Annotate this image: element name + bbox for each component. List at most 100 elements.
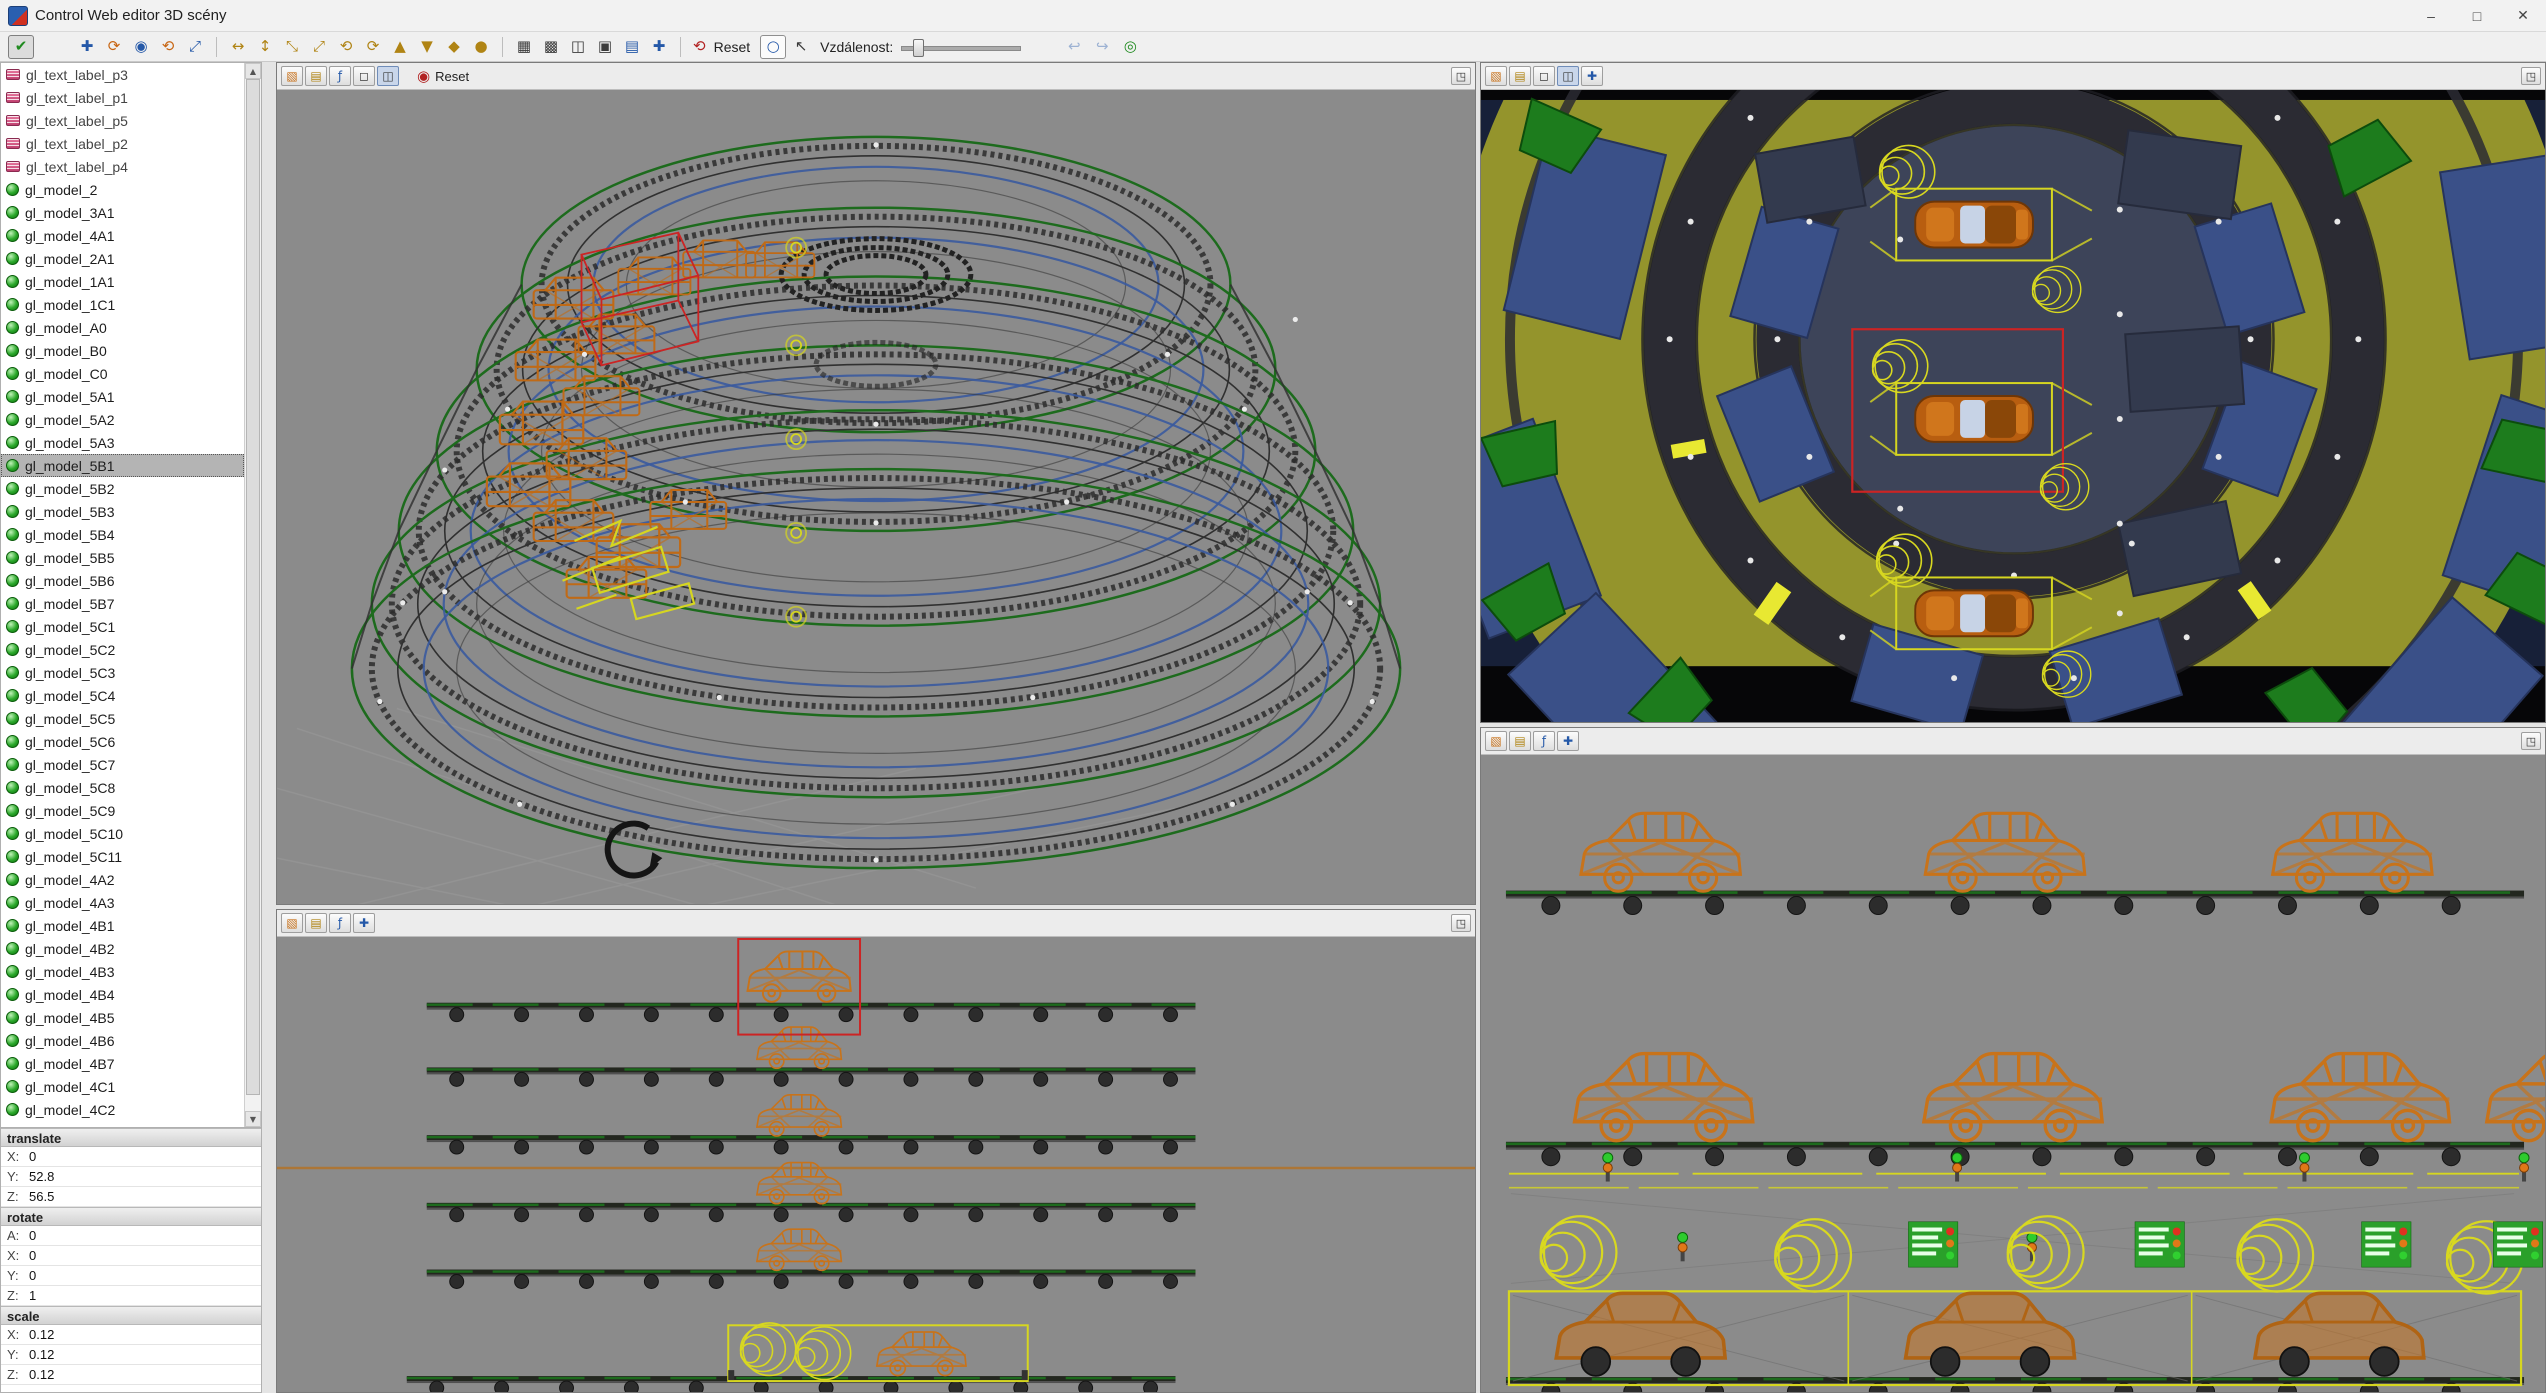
single-view-icon[interactable]: ◻ <box>353 66 375 86</box>
gl_model_5C8[interactable]: gl_model_5C8 <box>1 776 244 799</box>
materials-icon[interactable]: ▤ <box>305 913 327 933</box>
quad-view-icon[interactable]: ▣ <box>592 35 618 59</box>
gl_model_5C9[interactable]: gl_model_5C9 <box>1 799 244 822</box>
gl_model_5B4[interactable]: gl_model_5B4 <box>1 523 244 546</box>
gl_model_5B5[interactable]: gl_model_5B5 <box>1 546 244 569</box>
transform-field[interactable]: X: 0.12 <box>1 1325 261 1345</box>
pan-tool-icon[interactable]: ✚ <box>1581 66 1603 86</box>
redo-button[interactable]: ↪ <box>1089 35 1115 59</box>
script-icon[interactable]: ƒ <box>1533 731 1555 751</box>
rotate-view-icon[interactable]: ⟲ <box>155 35 181 59</box>
gl_model_4B6[interactable]: gl_model_4B6 <box>1 1029 244 1052</box>
scene-list-scrollbar[interactable]: ▲ ▼ <box>244 63 261 1127</box>
multi-view-icon[interactable]: ◫ <box>377 66 399 86</box>
elevation-view-canvas[interactable] <box>1481 755 2545 1393</box>
gl_model_5B1[interactable]: gl_model_5B1 <box>1 454 244 477</box>
gl_model_5C4[interactable]: gl_model_5C4 <box>1 684 244 707</box>
gl_model_C0[interactable]: gl_model_C0 <box>1 362 244 385</box>
viewport-reset-button[interactable]: ◉ Reset <box>411 68 475 85</box>
pointer-tool-button[interactable]: ↖ <box>788 35 814 59</box>
move-x-icon[interactable]: ↔ <box>225 35 251 59</box>
split-view-icon[interactable]: ◫ <box>565 35 591 59</box>
top-view-canvas[interactable] <box>1481 90 2545 723</box>
orbit-view-icon[interactable]: ⟳ <box>101 35 127 59</box>
transform-field[interactable]: Y: 0.12 <box>1 1345 261 1365</box>
fit-view-icon[interactable]: ⤢ <box>182 35 208 59</box>
gl_model_4C1[interactable]: gl_model_4C1 <box>1 1075 244 1098</box>
scrollbar-thumb[interactable] <box>246 79 260 1095</box>
scene-cube-icon[interactable]: ▧ <box>281 66 303 86</box>
materials-icon[interactable]: ▤ <box>1509 66 1531 86</box>
gl_text_label_p2[interactable]: gl_text_label_p2 <box>1 132 24 155</box>
raise-object-icon[interactable]: ▲ <box>387 35 413 59</box>
gl_model_4B1[interactable]: gl_model_4B1 <box>1 914 244 937</box>
multi-view-icon[interactable]: ◫ <box>1557 66 1579 86</box>
transform-field[interactable]: X: 0 <box>1 1147 261 1167</box>
scene-cube-icon[interactable]: ▧ <box>281 913 303 933</box>
viewport-maximize-button[interactable]: ◳ <box>1451 914 1471 932</box>
gl_model_5B7[interactable]: gl_model_5B7 <box>1 592 244 615</box>
close-button[interactable]: ✕ <box>2500 0 2546 31</box>
gl_model_5C6[interactable]: gl_model_5C6 <box>1 730 244 753</box>
gl_model_5C11[interactable]: gl_model_5C11 <box>1 845 244 868</box>
transform-field[interactable]: X: 0 <box>1 1246 261 1266</box>
slider-thumb[interactable] <box>913 39 924 57</box>
transform-field[interactable]: Y: 52.8 <box>1 1167 261 1187</box>
gl_model_5B3[interactable]: gl_model_5B3 <box>1 500 244 523</box>
gl_model_3A1[interactable]: gl_model_3A1 <box>1 201 244 224</box>
gl_model_1C1[interactable]: gl_model_1C1 <box>1 293 244 316</box>
axes-toggle-icon[interactable]: ✚ <box>646 35 672 59</box>
distance-slider[interactable] <box>901 37 1021 57</box>
snapshot-button[interactable]: ◎ <box>1117 35 1143 59</box>
gl_model_B0[interactable]: gl_model_B0 <box>1 339 244 362</box>
rotate-cw-icon[interactable]: ⟳ <box>360 35 386 59</box>
gl_text_label_p5[interactable]: gl_text_label_p5 <box>1 109 24 132</box>
scale-object-icon[interactable]: ⤢ <box>306 35 332 59</box>
pan-view-icon[interactable]: ✚ <box>74 35 100 59</box>
reset-button[interactable]: ⟲ Reset <box>689 35 758 59</box>
gl_model_2[interactable]: gl_model_2 <box>1 178 244 201</box>
viewport-maximize-button[interactable]: ◳ <box>1451 67 1471 85</box>
transform-field[interactable]: A: 0 <box>1 1226 261 1246</box>
gl_model_5C10[interactable]: gl_model_5C10 <box>1 822 244 845</box>
transform-field[interactable]: Z: 1 <box>1 1286 261 1306</box>
materials-icon[interactable]: ▤ <box>1509 731 1531 751</box>
scroll-up-button[interactable]: ▲ <box>245 63 261 79</box>
gl_model_5C7[interactable]: gl_model_5C7 <box>1 753 244 776</box>
gl_model_5C2[interactable]: gl_model_5C2 <box>1 638 244 661</box>
pivot-icon[interactable]: ◆ <box>441 35 467 59</box>
gl_model_1A1[interactable]: gl_model_1A1 <box>1 270 244 293</box>
orbit-tool-button[interactable]: ○ <box>760 35 786 59</box>
script-icon[interactable]: ƒ <box>329 66 351 86</box>
scroll-down-button[interactable]: ▼ <box>245 1111 261 1127</box>
pan-tool-icon[interactable]: ✚ <box>353 913 375 933</box>
transform-field[interactable]: Z: 0.12 <box>1 1365 261 1385</box>
gl_model_4A1[interactable]: gl_model_4A1 <box>1 224 244 247</box>
center-icon[interactable]: ● <box>468 35 494 59</box>
gl_model_A0[interactable]: gl_model_A0 <box>1 316 244 339</box>
gl_model_5B6[interactable]: gl_model_5B6 <box>1 569 244 592</box>
grid-toggle-icon[interactable]: ▤ <box>619 35 645 59</box>
transform-field[interactable]: Y: 0 <box>1 1266 261 1286</box>
gl_model_5A1[interactable]: gl_model_5A1 <box>1 385 244 408</box>
gl_model_4B4[interactable]: gl_model_4B4 <box>1 983 244 1006</box>
move-z-icon[interactable]: ⤡ <box>279 35 305 59</box>
script-icon[interactable]: ƒ <box>329 913 351 933</box>
gl_model_4B7[interactable]: gl_model_4B7 <box>1 1052 244 1075</box>
lower-object-icon[interactable]: ▼ <box>414 35 440 59</box>
gl_model_4C2[interactable]: gl_model_4C2 <box>1 1098 244 1121</box>
side-view-canvas[interactable] <box>277 937 1475 1393</box>
main-3d-canvas[interactable] <box>277 90 1475 905</box>
single-view-icon[interactable]: ◻ <box>1533 66 1555 86</box>
zoom-view-icon[interactable]: ◉ <box>128 35 154 59</box>
maximize-button[interactable]: □ <box>2454 0 2500 31</box>
move-y-icon[interactable]: ↕ <box>252 35 278 59</box>
wireframe-view-icon[interactable]: ▦ <box>511 35 537 59</box>
viewport-maximize-button[interactable]: ◳ <box>2521 67 2541 85</box>
materials-icon[interactable]: ▤ <box>305 66 327 86</box>
scene-cube-icon[interactable]: ▧ <box>1485 66 1507 86</box>
scene-cube-icon[interactable]: ▧ <box>1485 731 1507 751</box>
gl_model_5A3[interactable]: gl_model_5A3 <box>1 431 244 454</box>
gl_model_4B2[interactable]: gl_model_4B2 <box>1 937 244 960</box>
gl_model_5B2[interactable]: gl_model_5B2 <box>1 477 244 500</box>
